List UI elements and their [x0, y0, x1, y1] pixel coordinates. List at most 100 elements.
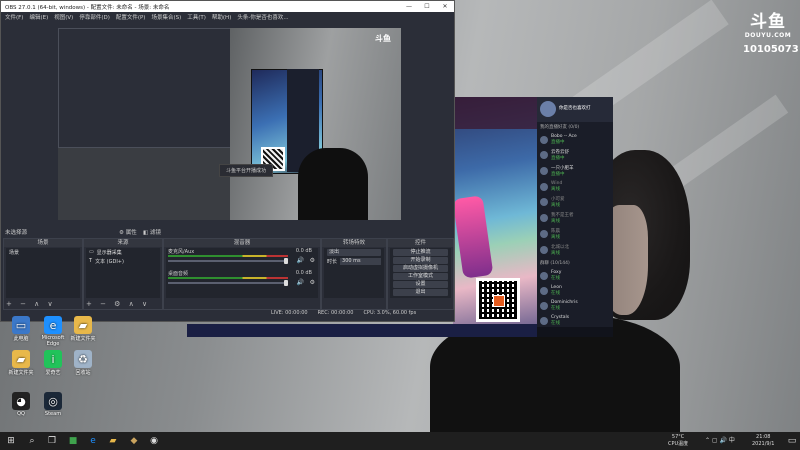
tray-icons[interactable]: ⌃ ▢ 🔊 中: [705, 434, 735, 448]
volume-knob[interactable]: [284, 258, 288, 264]
menu-item[interactable]: 停靠部件(D): [79, 13, 110, 21]
menu-item[interactable]: 头条-你是否也喜欢...: [237, 13, 288, 21]
menu-item[interactable]: 配置文件(P): [116, 13, 146, 21]
list-item-text: 北城以北 离线: [551, 244, 569, 256]
app-icon[interactable]: ■: [67, 435, 79, 447]
game-app-icon[interactable]: ◆: [128, 435, 140, 447]
folder-icon[interactable]: ▰: [107, 435, 119, 447]
source-item[interactable]: T 文本 (GDI+): [86, 257, 160, 266]
friend-status: 在线: [551, 306, 560, 311]
friend-status: 离线: [551, 219, 560, 224]
obs-preview[interactable]: 斗鱼 斗鱼平台开播成功: [58, 28, 401, 220]
mixer-channel: 麦克风/Aux 0.0 dB 🔊 ⚙: [166, 248, 318, 264]
speaker-icon[interactable]: 🔊: [297, 257, 304, 264]
desktop-icon[interactable]: i 爱奇艺: [36, 350, 70, 376]
speaker-icon[interactable]: 🔊: [297, 279, 304, 286]
scenes-dock-title: 场景: [4, 239, 82, 247]
desktop-icon-label: 爱奇艺: [45, 370, 61, 376]
list-item-text: 陈晨 离线: [551, 228, 560, 240]
desktop-icon[interactable]: ▰ 新建文件夹: [4, 350, 38, 376]
maximize-icon[interactable]: ☐: [418, 3, 436, 10]
desktop-icon[interactable]: ▭ 此电脑: [4, 316, 38, 342]
menu-item[interactable]: 场景集合(S): [151, 13, 181, 21]
chat-section-group[interactable]: 群聊 (10/144): [537, 258, 613, 268]
close-icon[interactable]: ✕: [436, 3, 454, 10]
transitions-dock-title: 转场特效: [322, 239, 386, 247]
desktop-icon[interactable]: e Microsoft Edge: [36, 316, 70, 347]
minimize-icon[interactable]: —: [400, 3, 418, 10]
gear-icon[interactable]: ⚙: [310, 279, 315, 286]
list-item[interactable]: 陈晨 离线: [537, 226, 613, 242]
clock[interactable]: 21:08 2021/9/1: [752, 434, 774, 448]
list-item[interactable]: 一只小肥羊 直播中: [537, 163, 613, 179]
task-view-icon[interactable]: ❐: [46, 435, 58, 447]
volume-slider[interactable]: [168, 258, 288, 264]
qr-logo: [493, 295, 505, 307]
list-item[interactable]: 北城以北 离线: [537, 242, 613, 258]
source-item[interactable]: ▭ 显示器采集: [86, 248, 160, 257]
list-item[interactable]: Dominichris 在线: [537, 298, 613, 313]
mixer-dock-title: 混音器: [164, 239, 320, 247]
scene-item[interactable]: 场景: [6, 248, 80, 257]
control-button[interactable]: 退出: [393, 289, 448, 296]
computer-icon: ▭: [12, 316, 30, 334]
duration-row: 时长 300 ms: [324, 257, 384, 266]
source-item-label: 文本 (GDI+): [95, 259, 124, 265]
game-topnav: [453, 97, 543, 129]
obs-menubar: 文件(F) 编辑(E) 视图(V) 停靠部件(D) 配置文件(P) 场景集合(S) 工具(T…: [1, 12, 454, 22]
weather-temp: 57°C: [671, 434, 685, 440]
obs-icon[interactable]: ◉: [148, 435, 160, 447]
notification-icon[interactable]: ▭: [786, 435, 798, 447]
weather-widget[interactable]: 57°C CPU温度: [668, 434, 688, 448]
friend-status: 直播中: [551, 140, 565, 145]
desktop-icon[interactable]: ♻ 回收站: [66, 350, 100, 376]
gear-icon[interactable]: ⚙: [310, 257, 315, 264]
filters-label: 滤镜: [149, 230, 161, 236]
menu-item[interactable]: 视图(V): [54, 13, 73, 21]
avatar[interactable]: [540, 101, 556, 117]
control-button[interactable]: 设置: [393, 281, 448, 288]
volume-knob[interactable]: [284, 280, 288, 286]
duration-input[interactable]: 300 ms: [340, 258, 381, 265]
controls-body: 停止推流 开始录制 启动虚拟摄像机 工作室模式 设置 退出: [390, 248, 451, 298]
list-item[interactable]: Bobo -- Ace 直播中: [537, 132, 613, 147]
list-item-text: 一只小肥羊 直播中: [551, 165, 574, 177]
scenes-dock-actions[interactable]: + − ∧ ∨: [6, 300, 56, 308]
list-item[interactable]: 我不是王者 离线: [537, 210, 613, 226]
qr-code: [476, 278, 520, 322]
menu-item[interactable]: 编辑(E): [29, 13, 48, 21]
list-item[interactable]: 云卷云舒 直播中: [537, 147, 613, 163]
filters-button[interactable]: ◧ 滤镜: [143, 228, 161, 236]
obs-titlebar[interactable]: OBS 27.0.1 (64-bit, windows) - 配置文件: 未命名…: [1, 1, 454, 12]
obs-window[interactable]: OBS 27.0.1 (64-bit, windows) - 配置文件: 未命名…: [0, 0, 455, 322]
control-button[interactable]: 开始录制: [393, 257, 448, 264]
transition-select[interactable]: 淡出: [327, 249, 381, 256]
list-item[interactable]: Crystals 在线: [537, 313, 613, 328]
desktop-icon[interactable]: ▰ 新建文件夹: [66, 316, 100, 342]
menu-item[interactable]: 工具(T): [187, 13, 206, 21]
control-button[interactable]: 停止推流: [393, 249, 448, 256]
menu-item[interactable]: 文件(F): [5, 13, 23, 21]
list-item[interactable]: Wind 离线: [537, 179, 613, 194]
mixer-channel: 桌面音频 0.0 dB 🔊 ⚙: [166, 270, 318, 286]
chat-section-friends[interactable]: 我的直播好友 (0/0): [537, 122, 613, 132]
edge-icon[interactable]: e: [87, 435, 99, 447]
desktop-icon[interactable]: ◕ QQ: [4, 392, 38, 417]
search-icon[interactable]: ⌕: [26, 435, 38, 447]
windows-start-icon[interactable]: ⊞: [5, 435, 17, 447]
list-item[interactable]: Leon 在线: [537, 283, 613, 298]
volume-meter: [168, 277, 288, 279]
properties-button[interactable]: ⚙ 属性: [119, 228, 137, 236]
transitions-body: 淡出 时长 300 ms: [324, 248, 384, 298]
obs-docks: 场景 场景 + − ∧ ∨ 来源 ▭ 显示器采集 T 文本 (GDI+) + − ⚙…: [1, 238, 454, 310]
control-button[interactable]: 工作室模式: [393, 273, 448, 280]
control-button[interactable]: 启动虚拟摄像机: [393, 265, 448, 272]
list-item[interactable]: 小可爱 离线: [537, 194, 613, 210]
volume-slider[interactable]: [168, 280, 288, 286]
sources-dock-actions[interactable]: + − ⚙ ∧ ∨: [86, 300, 150, 308]
desktop-icon[interactable]: ◎ Steam: [36, 392, 70, 417]
chat-footer: [537, 327, 613, 337]
list-item[interactable]: Foxy 在线: [537, 268, 613, 283]
menu-item[interactable]: 帮助(H): [212, 13, 231, 21]
obs-source-bar: 未选择源 ⚙ 属性 ◧ 滤镜: [1, 226, 454, 236]
